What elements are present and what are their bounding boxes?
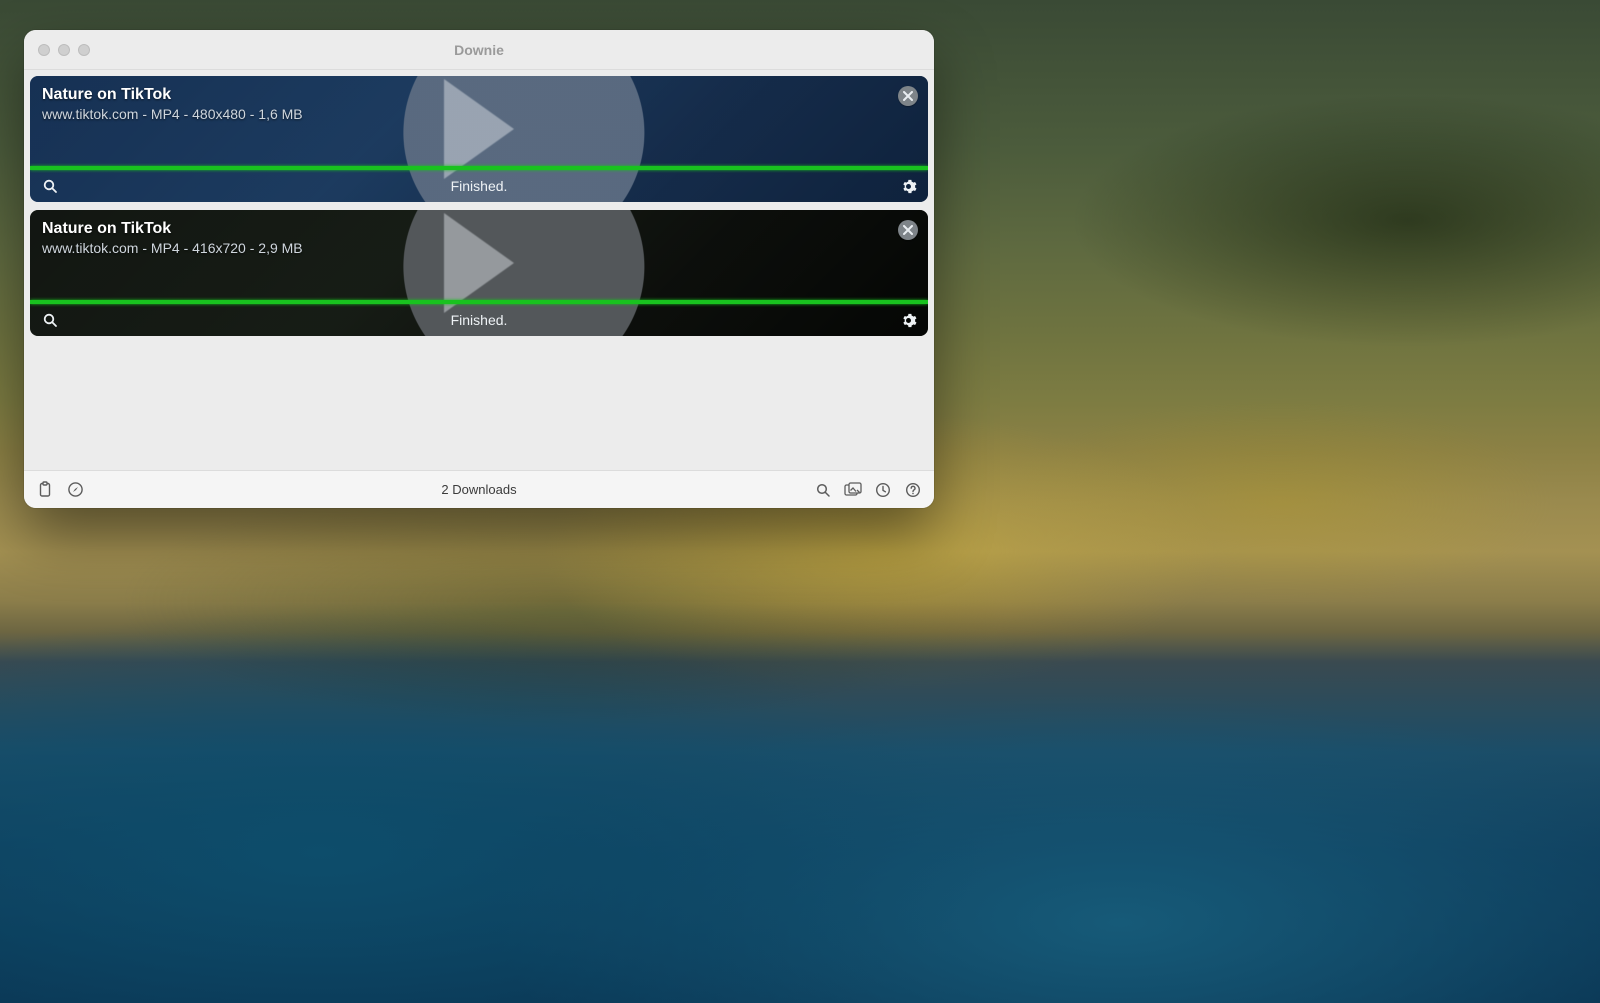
compass-icon [67,481,84,498]
search-icon [815,482,831,498]
download-item[interactable]: Nature on TikTok www.tiktok.com - MP4 - … [30,76,928,202]
clock-icon [875,482,891,498]
search-button[interactable] [810,478,836,502]
close-icon [903,225,913,235]
help-icon [905,482,921,498]
app-title: Downie [24,42,934,58]
window-controls [38,44,90,56]
history-button[interactable] [870,478,896,502]
download-count: 2 Downloads [24,482,934,497]
downie-window: Downie Nature on TikTok www.tiktok.com -… [24,30,934,508]
remove-download-button[interactable] [898,86,918,106]
close-icon [903,91,913,101]
downloads-list: Nature on TikTok www.tiktok.com - MP4 - … [24,70,934,470]
titlebar[interactable]: Downie [24,30,934,70]
download-item[interactable]: Nature on TikTok www.tiktok.com - MP4 - … [30,210,928,336]
desktop-wallpaper: Downie Nature on TikTok www.tiktok.com -… [0,0,1600,1003]
download-meta: www.tiktok.com - MP4 - 480x480 - 1,6 MB [42,106,890,122]
media-library-button[interactable] [840,478,866,502]
help-button[interactable] [900,478,926,502]
download-status: Finished. [30,312,928,328]
open-browser-button[interactable] [62,478,88,502]
paste-url-button[interactable] [32,478,58,502]
photos-icon [844,482,863,497]
minimize-window-button[interactable] [58,44,70,56]
zoom-window-button[interactable] [78,44,90,56]
remove-download-button[interactable] [898,220,918,240]
close-window-button[interactable] [38,44,50,56]
footer-toolbar: 2 Downloads [24,470,934,508]
download-status: Finished. [30,178,928,194]
download-meta: www.tiktok.com - MP4 - 416x720 - 2,9 MB [42,240,890,256]
download-title: Nature on TikTok [42,86,890,104]
download-title: Nature on TikTok [42,220,890,238]
clipboard-icon [37,481,53,498]
